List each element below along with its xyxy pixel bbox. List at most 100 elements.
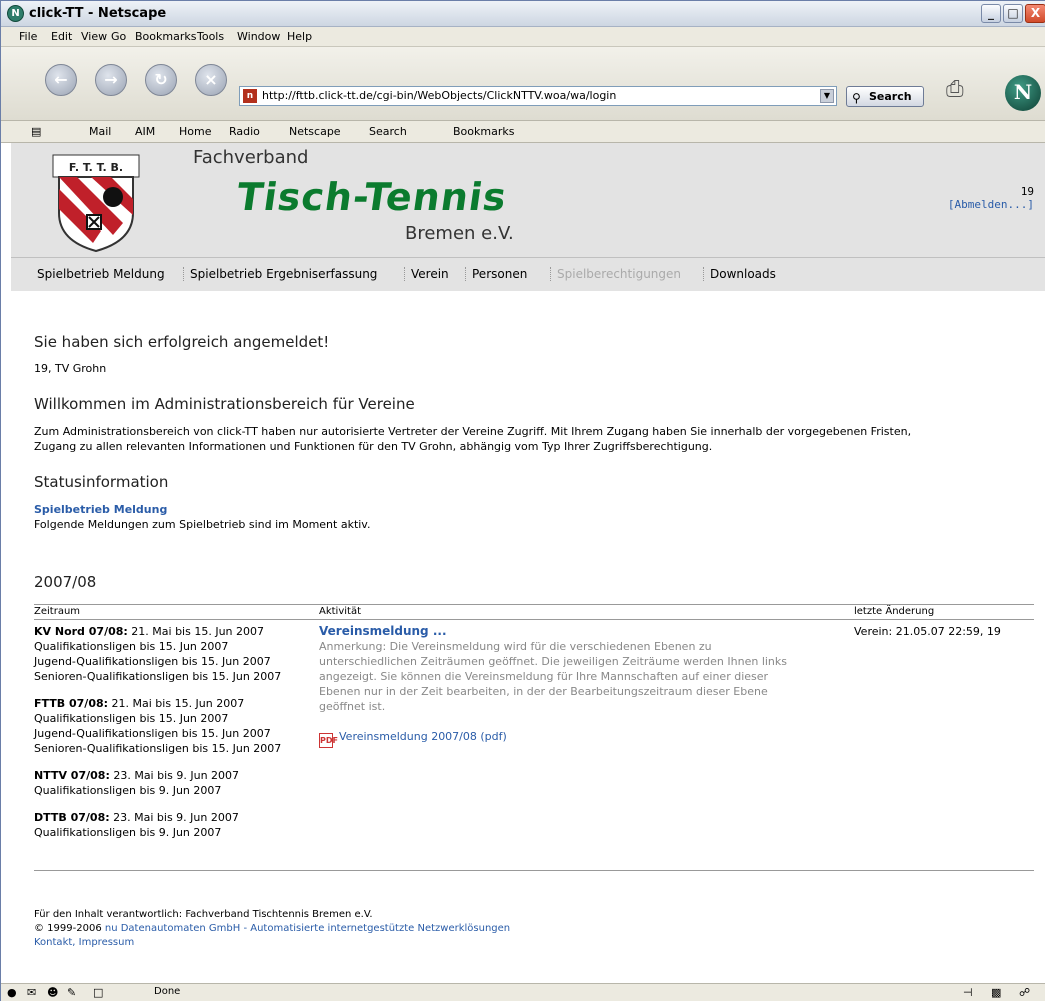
site-header: F. T. T. B. Fachverband Tisch-Tennis Bre… <box>11 143 1045 258</box>
col-header-last-change: letzte Änderung <box>854 606 935 617</box>
title-bar: N click-TT - Netscape _ □ X <box>1 1 1045 27</box>
copyright-link[interactable]: nu Datenautomaten GmbH - Automatisierte … <box>105 923 510 934</box>
tab-downloads[interactable]: Downloads <box>703 267 776 281</box>
footer-copyright: © 1999-2006 nu Datenautomaten GmbH - Aut… <box>34 923 511 934</box>
window-title: click-TT - Netscape <box>29 6 167 21</box>
table-top-rule <box>34 604 1034 605</box>
col-header-period: Zeitraum <box>34 606 81 617</box>
menu-bar: File Edit View Go Bookmarks Tools Window… <box>1 27 1045 47</box>
welcome-text-2: Zugang zu allen relevanten Informationen… <box>34 440 713 453</box>
netscape-logo-icon[interactable]: N <box>1005 75 1041 111</box>
search-button-label: Search <box>869 90 912 103</box>
main-nav: Spielbetrieb Meldung Spielbetrieb Ergebn… <box>11 258 1045 291</box>
period-dttb: DTTB 07/08: 23. Mai bis 9. Jun 2007 <box>34 811 239 824</box>
search-button[interactable]: ⚲ Search <box>846 86 924 107</box>
crest-text: F. T. T. B. <box>69 161 123 174</box>
tab-spielbetrieb-meldung[interactable]: Spielbetrieb Meldung <box>37 267 165 281</box>
period-line: Senioren-Qualifikationsligen bis 15. Jun… <box>34 742 282 755</box>
welcome-text-1: Zum Administrationsbereich von click-TT … <box>34 425 912 438</box>
period-line: Jugend-Qualifikationsligen bis 15. Jun 2… <box>34 655 271 668</box>
pdf-icon: PDF <box>319 733 338 748</box>
period-nttv: NTTV 07/08: 23. Mai bis 9. Jun 2007 <box>34 769 240 782</box>
toolbar-search[interactable]: Search <box>369 125 407 138</box>
period-block: KV Nord 07/08: 21. Mai bis 15. Jun 2007 … <box>34 624 281 840</box>
success-message: Sie haben sich erfolgreich angemeldet! <box>34 333 330 351</box>
status-heading: Statusinformation <box>34 473 169 491</box>
status-link[interactable]: Spielbetrieb Meldung <box>34 502 167 517</box>
org-name-line1: Fachverband <box>193 147 309 168</box>
note-line: geöffnet ist. <box>319 700 386 713</box>
toolbar-mail[interactable]: Mail <box>89 125 111 138</box>
org-name-line2: Tisch-Tennis <box>233 175 510 219</box>
user-id: 19 <box>1020 185 1034 198</box>
close-button[interactable]: X <box>1025 4 1045 23</box>
toolbar-home[interactable]: Home <box>179 125 211 138</box>
note-line: angezeigt. Sie können die Vereinsmeldung… <box>319 670 769 683</box>
menu-edit[interactable]: Edit <box>51 30 72 43</box>
note-line: Anmerkung: Die Vereinsmeldung wird für d… <box>319 640 712 653</box>
club-crest-logo: F. T. T. B. <box>52 154 140 253</box>
note-line: unterschiedlichen Zeiträumen geöffnet. D… <box>319 655 788 668</box>
addressbook-status-icon[interactable]: □ <box>93 986 103 999</box>
period-kv-nord: KV Nord 07/08: 21. Mai bis 15. Jun 2007 <box>34 625 265 638</box>
period-line: Senioren-Qualifikationsligen bis 15. Jun… <box>34 670 282 683</box>
url-input[interactable]: n http://fttb.click-tt.de/cgi-bin/WebObj… <box>239 86 837 106</box>
contact-link[interactable]: Kontakt <box>34 937 72 948</box>
minimize-button[interactable]: _ <box>981 4 1001 23</box>
toolbar-aim[interactable]: AIM <box>135 125 155 138</box>
chevron-down-icon[interactable]: ▼ <box>820 89 834 103</box>
sidebar-status-icon[interactable]: ▩ <box>991 986 1001 999</box>
tab-spielbetrieb-ergebniserfassung[interactable]: Spielbetrieb Ergebniserfassung <box>183 267 377 281</box>
forward-arrow-icon[interactable]: → <box>95 64 127 96</box>
impressum-link[interactable]: Impressum <box>79 937 135 948</box>
online-status-icon[interactable]: ⊣ <box>963 986 973 999</box>
menu-help[interactable]: Help <box>287 30 312 43</box>
toolbar-bookmarks[interactable]: Bookmarks <box>453 125 514 138</box>
tabs-icon[interactable]: ▤ <box>31 125 41 138</box>
toolbar-netscape[interactable]: Netscape <box>289 125 341 138</box>
url-text: http://fttb.click-tt.de/cgi-bin/WebObjec… <box>262 89 617 102</box>
menu-tools[interactable]: Tools <box>197 30 224 43</box>
club-name: 19, TV Grohn <box>34 362 107 375</box>
menu-window[interactable]: Window <box>237 30 280 43</box>
footer: Für den Inhalt verantwortlich: Fachverba… <box>34 908 510 950</box>
menu-go[interactable]: Go <box>111 30 126 43</box>
pdf-link-row[interactable]: PDFVereinsmeldung 2007/08 (pdf) <box>319 729 839 748</box>
netscape-icon: N <box>7 5 24 22</box>
stop-icon[interactable]: × <box>195 64 227 96</box>
org-name-line3: Bremen e.V. <box>405 223 514 244</box>
menu-file[interactable]: File <box>19 30 37 43</box>
status-text: Done <box>154 986 181 997</box>
print-icon[interactable]: ⎙ <box>946 77 964 102</box>
period-line: Qualifikationsligen bis 9. Jun 2007 <box>34 826 222 839</box>
netscape-status-icon[interactable]: ● <box>7 986 17 999</box>
lock-icon[interactable]: ☍ <box>1019 986 1030 999</box>
navigation-toolbar: ← → ↻ × n http://fttb.click-tt.de/cgi-bi… <box>1 47 1045 121</box>
pdf-link[interactable]: Vereinsmeldung 2007/08 (pdf) <box>339 730 507 743</box>
mail-status-icon[interactable]: ✉ <box>27 986 36 999</box>
activity-link[interactable]: Vereinsmeldung ... <box>319 624 839 639</box>
table-header-rule <box>34 619 1034 620</box>
tab-personen[interactable]: Personen <box>465 267 527 281</box>
logout-link[interactable]: [Abmelden...] <box>948 198 1034 211</box>
reload-icon[interactable]: ↻ <box>145 64 177 96</box>
menu-view[interactable]: View <box>81 30 107 43</box>
status-text: Folgende Meldungen zum Spielbetrieb sind… <box>34 518 371 531</box>
footer-links: Kontakt, Impressum <box>34 937 135 948</box>
site-favicon-icon: n <box>243 89 257 103</box>
back-arrow-icon[interactable]: ← <box>45 64 77 96</box>
period-line: Qualifikationsligen bis 15. Jun 2007 <box>34 712 229 725</box>
browser-window: N click-TT - Netscape _ □ X File Edit Vi… <box>0 0 1045 1001</box>
toolbar-radio[interactable]: Radio <box>229 125 260 138</box>
period-fttb: FTTB 07/08: 21. Mai bis 15. Jun 2007 <box>34 697 245 710</box>
tab-verein[interactable]: Verein <box>404 267 449 281</box>
activity-block: Vereinsmeldung ... Anmerkung: Die Verein… <box>319 624 839 748</box>
search-icon: ⚲ <box>852 91 861 105</box>
aim-status-icon[interactable]: ☻ <box>47 986 58 999</box>
maximize-button[interactable]: □ <box>1003 4 1023 23</box>
last-change: Verein: 21.05.07 22:59, 19 <box>854 625 1001 638</box>
composer-status-icon[interactable]: ✎ <box>67 986 76 999</box>
page-content: F. T. T. B. Fachverband Tisch-Tennis Bre… <box>11 143 1045 983</box>
menu-bookmarks[interactable]: Bookmarks <box>135 30 196 43</box>
season-heading: 2007/08 <box>34 573 97 591</box>
